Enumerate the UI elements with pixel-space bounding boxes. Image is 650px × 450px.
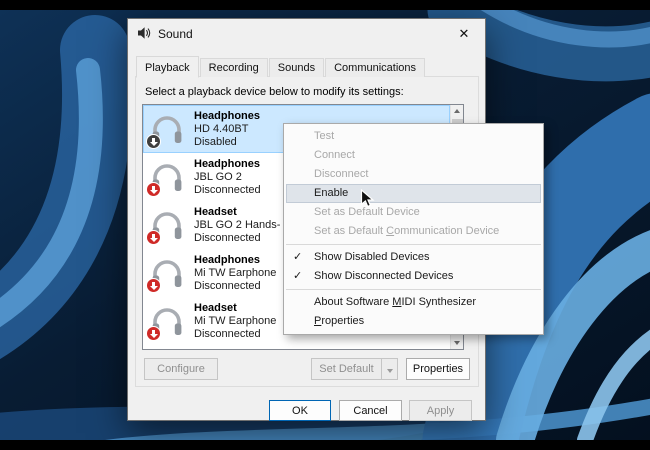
headset-icon bbox=[149, 303, 185, 339]
device-model: Mi TW Earphone bbox=[194, 267, 276, 280]
menu-item-set-as-default-device[interactable]: Set as Default Device bbox=[284, 203, 543, 222]
device-name: Headset bbox=[194, 302, 276, 315]
menu-item-about-software-midi-synthesizer[interactable]: About Software MIDI Synthesizer bbox=[284, 293, 543, 312]
configure-button[interactable]: Configure bbox=[144, 358, 218, 380]
letterbox-bottom bbox=[0, 440, 650, 450]
apply-button[interactable]: Apply bbox=[409, 400, 472, 421]
checkmark-icon: ✓ bbox=[293, 267, 302, 286]
device-model: Mi TW Earphone bbox=[194, 315, 276, 328]
device-status: Disconnected bbox=[194, 328, 276, 341]
ok-button[interactable]: OK bbox=[269, 400, 331, 421]
title-bar: Sound ✕ bbox=[128, 19, 485, 49]
device-name: Headphones bbox=[194, 158, 261, 171]
set-default-button[interactable]: Set Default bbox=[311, 358, 381, 380]
menu-item-test[interactable]: Test bbox=[284, 127, 543, 146]
device-status: Disconnected bbox=[194, 184, 261, 197]
cancel-button[interactable]: Cancel bbox=[339, 400, 402, 421]
menu-item-connect[interactable]: Connect bbox=[284, 146, 543, 165]
disabled-badge-icon bbox=[146, 134, 161, 149]
speaker-icon bbox=[137, 26, 151, 43]
tab-sounds[interactable]: Sounds bbox=[269, 58, 324, 77]
device-status: Disconnected bbox=[194, 280, 276, 293]
chevron-down-icon bbox=[387, 369, 393, 373]
device-model: JBL GO 2 bbox=[194, 171, 261, 184]
menu-separator bbox=[286, 289, 541, 290]
disconnected-badge-icon bbox=[146, 278, 161, 293]
menu-item-disconnect[interactable]: Disconnect bbox=[284, 165, 543, 184]
scroll-up-icon[interactable] bbox=[451, 105, 464, 118]
device-context-menu: Test Connect Disconnect Enable Set as De… bbox=[283, 123, 544, 335]
device-name: Headphones bbox=[194, 110, 260, 123]
menu-item-set-as-default-communication-device[interactable]: Set as Default Communication Device bbox=[284, 222, 543, 241]
menu-separator bbox=[286, 244, 541, 245]
disconnected-badge-icon bbox=[146, 182, 161, 197]
menu-item-show-disabled-devices[interactable]: ✓Show Disabled Devices bbox=[284, 248, 543, 267]
device-model: JBL GO 2 Hands- bbox=[194, 219, 280, 232]
properties-button[interactable]: Properties bbox=[406, 358, 470, 380]
headset-icon bbox=[149, 207, 185, 243]
tab-playback[interactable]: Playback bbox=[136, 56, 199, 78]
menu-item-enable[interactable]: Enable bbox=[286, 184, 541, 203]
headphones-icon bbox=[149, 255, 185, 291]
device-status: Disconnected bbox=[194, 232, 280, 245]
screen: Sound ✕ Playback Recording Sounds Commun… bbox=[0, 0, 650, 450]
menu-item-properties[interactable]: Properties bbox=[284, 312, 543, 331]
tab-recording[interactable]: Recording bbox=[200, 58, 268, 77]
scroll-down-icon[interactable] bbox=[451, 336, 464, 349]
device-name: Headset bbox=[194, 206, 280, 219]
device-name: Headphones bbox=[194, 254, 276, 267]
device-model: HD 4.40BT bbox=[194, 123, 260, 136]
close-button[interactable]: ✕ bbox=[443, 19, 485, 49]
set-default-dropdown-button[interactable] bbox=[381, 358, 398, 380]
instruction-text: Select a playback device below to modify… bbox=[145, 86, 404, 98]
headphones-icon bbox=[149, 159, 185, 195]
tab-communications[interactable]: Communications bbox=[325, 58, 425, 77]
headphones-icon bbox=[149, 111, 185, 147]
window-title: Sound bbox=[158, 27, 193, 41]
set-default-split-button[interactable]: Set Default bbox=[311, 358, 398, 380]
device-status: Disabled bbox=[194, 136, 260, 149]
letterbox-top bbox=[0, 0, 650, 10]
disconnected-badge-icon bbox=[146, 230, 161, 245]
disconnected-badge-icon bbox=[146, 326, 161, 341]
checkmark-icon: ✓ bbox=[293, 248, 302, 267]
menu-item-show-disconnected-devices[interactable]: ✓Show Disconnected Devices bbox=[284, 267, 543, 286]
tab-strip: Playback Recording Sounds Communications bbox=[136, 55, 426, 77]
mouse-cursor-icon bbox=[360, 189, 375, 214]
